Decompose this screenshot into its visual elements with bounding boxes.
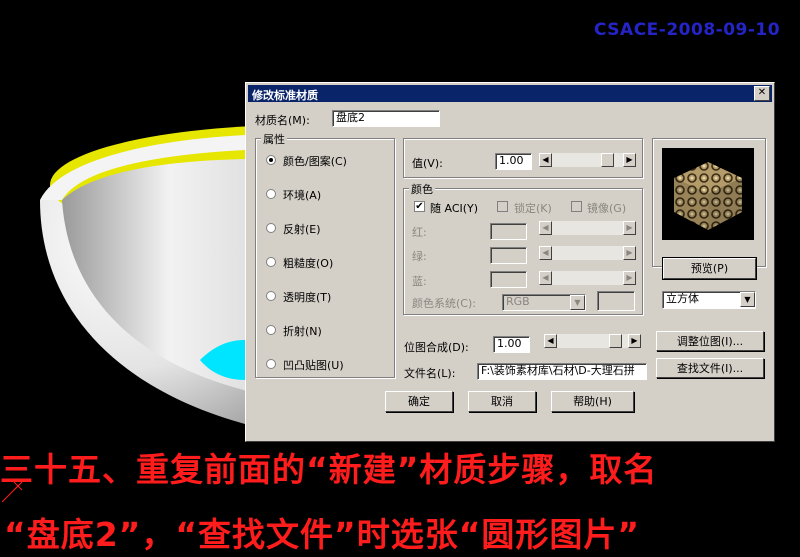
material-preview-canvas <box>662 148 754 240</box>
red-label: 红: <box>412 226 427 239</box>
caption-line-1: 三十五、重复前面的“新建”材质步骤，取名 <box>0 450 658 489</box>
slider-left-arrow[interactable]: ◀ <box>544 334 557 348</box>
modify-material-dialog: 修改标准材质 ✕ 材质名(M): 盘底2 属性 颜色/图案(C) 环境(A) 反… <box>245 82 775 442</box>
adjust-bitmap-button[interactable]: 调整位图(I)... <box>656 331 764 351</box>
slider-track[interactable] <box>552 246 623 260</box>
value-slider[interactable]: ◀ ▶ <box>539 153 636 167</box>
lock-checkbox[interactable] <box>497 201 508 212</box>
attribute-label: 颜色/图案(C) <box>283 155 347 168</box>
slider-left-arrow[interactable]: ◀ <box>539 153 552 167</box>
green-label: 绿: <box>412 250 427 263</box>
blue-label: 蓝: <box>412 275 427 288</box>
bitmap-blend-slider[interactable]: ◀ ▶ <box>544 334 641 348</box>
file-name-input[interactable]: F:\装饰素材库\石材\D-大理石拼 <box>477 363 647 380</box>
value-input[interactable]: 1.00 <box>495 153 532 170</box>
dialog-title: 修改标准材质 <box>252 89 318 102</box>
red-input[interactable] <box>490 223 527 240</box>
slider-track[interactable] <box>552 271 623 285</box>
dialog-titlebar[interactable]: 修改标准材质 ✕ <box>248 85 772 102</box>
attribute-label: 粗糙度(O) <box>283 257 334 270</box>
color-swatch <box>597 291 635 311</box>
cancel-button[interactable]: 取消 <box>468 391 536 412</box>
slider-right-arrow[interactable]: ▶ <box>628 334 641 348</box>
slider-right-arrow[interactable]: ▶ <box>623 221 636 235</box>
radio-indicator <box>266 155 276 165</box>
by-aci-label: 随 ACI(Y) <box>430 202 479 215</box>
ok-button[interactable]: 确定 <box>385 391 453 412</box>
attribute-label: 凹凸贴图(U) <box>283 359 344 372</box>
slider-right-arrow[interactable]: ▶ <box>623 271 636 285</box>
slider-left-arrow[interactable]: ◀ <box>539 246 552 260</box>
close-button[interactable]: ✕ <box>754 86 770 101</box>
radio-indicator <box>266 257 276 267</box>
lock-label: 锁定(K) <box>514 202 552 215</box>
attribute-label: 反射(E) <box>283 223 321 236</box>
material-name-label: 材质名(M): <box>255 114 310 127</box>
close-icon: ✕ <box>757 87 767 98</box>
help-button[interactable]: 帮助(H) <box>551 391 634 412</box>
preview-shape-select[interactable]: 立方体 ▼ <box>662 291 756 309</box>
attribute-label: 透明度(T) <box>283 291 332 304</box>
attribute-label: 折射(N) <box>283 325 322 338</box>
color-group-title: 颜色 <box>409 181 435 197</box>
radio-indicator <box>266 189 276 199</box>
color-system-select[interactable]: RGB ▼ <box>502 294 586 311</box>
radio-indicator <box>266 325 276 335</box>
watermark-text: CSACE-2008-09-10 <box>594 20 781 40</box>
blue-input[interactable] <box>490 271 527 288</box>
by-aci-checkbox[interactable]: ✔ <box>414 201 425 212</box>
attribute-label: 环境(A) <box>283 189 322 202</box>
green-slider[interactable]: ◀ ▶ <box>539 246 636 260</box>
slider-right-arrow[interactable]: ▶ <box>623 246 636 260</box>
material-name-input[interactable]: 盘底2 <box>332 110 440 127</box>
blue-slider[interactable]: ◀ ▶ <box>539 271 636 285</box>
value-label: 值(V): <box>412 157 443 170</box>
green-input[interactable] <box>490 247 527 264</box>
preview-button[interactable]: 预览(P) <box>662 257 757 280</box>
caption-line-2: “盘底2”，“查找文件”时选张“圆形图片” <box>4 515 641 554</box>
preview-cube-image <box>674 162 742 230</box>
find-file-button[interactable]: 查找文件(I)... <box>656 358 764 378</box>
color-system-label: 颜色系统(C): <box>412 297 476 310</box>
check-icon: ✔ <box>415 201 424 212</box>
slider-thumb[interactable] <box>609 334 623 348</box>
radio-indicator <box>266 359 276 369</box>
attributes-group-title: 属性 <box>261 131 287 147</box>
radio-indicator <box>266 291 276 301</box>
mirror-checkbox[interactable] <box>571 201 582 212</box>
bitmap-blend-label: 位图合成(D): <box>404 341 469 354</box>
red-slider[interactable]: ◀ ▶ <box>539 221 636 235</box>
chevron-down-icon[interactable]: ▼ <box>740 292 755 307</box>
chevron-down-icon[interactable]: ▼ <box>570 295 585 310</box>
slider-track[interactable] <box>552 221 623 235</box>
mirror-label: 镜像(G) <box>587 202 627 215</box>
slider-right-arrow[interactable]: ▶ <box>623 153 636 167</box>
bitmap-blend-input[interactable]: 1.00 <box>493 336 530 353</box>
radio-indicator <box>266 223 276 233</box>
file-name-label: 文件名(L): <box>404 367 456 380</box>
slider-left-arrow[interactable]: ◀ <box>539 221 552 235</box>
slider-left-arrow[interactable]: ◀ <box>539 271 552 285</box>
slider-thumb[interactable] <box>601 153 615 167</box>
